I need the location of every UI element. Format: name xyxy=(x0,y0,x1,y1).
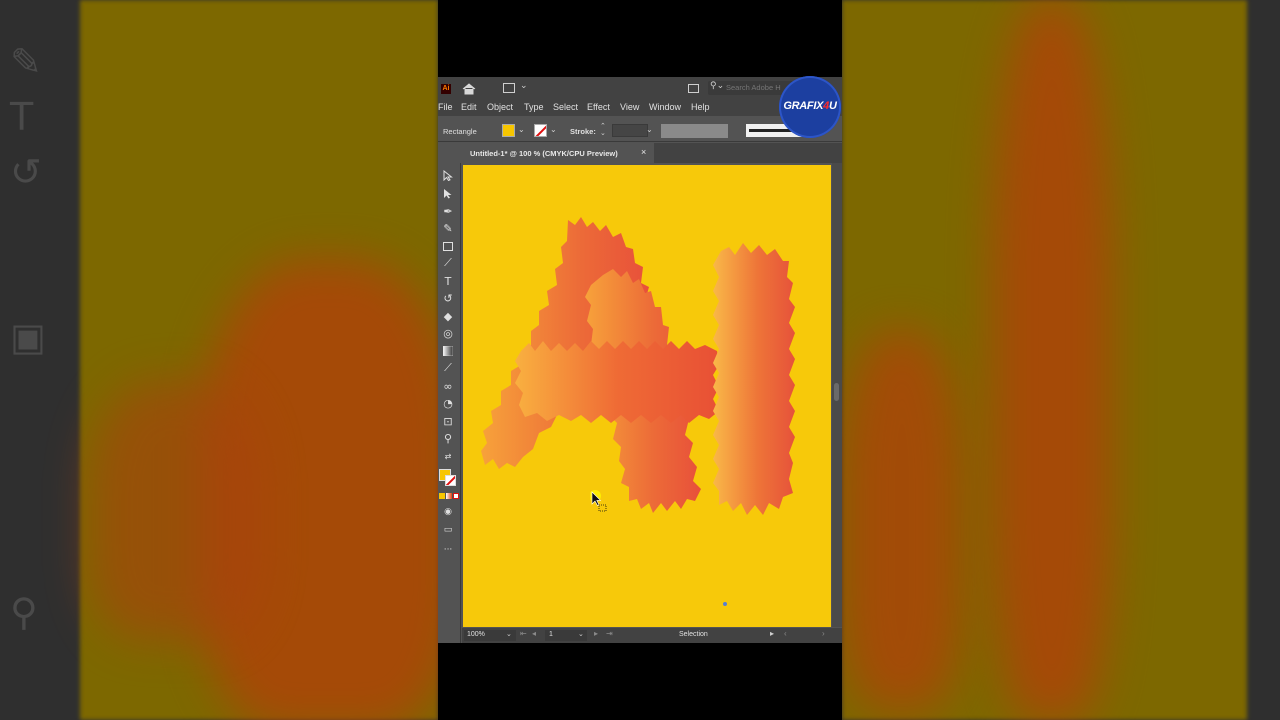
scroll-right-icon[interactable]: › xyxy=(822,629,825,638)
blurred-type-icon: T xyxy=(10,95,34,139)
gradient-mode-icon[interactable] xyxy=(446,493,452,499)
menu-effect[interactable]: Effect xyxy=(587,102,610,112)
close-icon[interactable]: × xyxy=(641,147,646,157)
selection-tool-icon[interactable] xyxy=(441,168,455,182)
stroke-label: Stroke: xyxy=(570,127,596,136)
document-tab-title: Untitled-1* @ 100 % (CMYK/CPU Preview) xyxy=(470,149,618,158)
previous-artboard-icon[interactable]: ◂ xyxy=(532,629,536,638)
blurred-fur-shape xyxy=(992,0,1112,720)
stroke-color-box[interactable] xyxy=(445,475,456,486)
zoom-tool-icon[interactable]: ⚲ xyxy=(441,431,455,445)
artboard-chevron-down-icon[interactable]: ⌄ xyxy=(578,630,584,638)
artboard-number-value: 1 xyxy=(549,631,553,638)
blurred-background-right xyxy=(842,0,1280,720)
grafix4u-logo: GRAFIX4U xyxy=(779,76,841,138)
lasso-tool-icon[interactable]: ◎ xyxy=(441,326,455,340)
menu-edit[interactable]: Edit xyxy=(461,102,477,112)
blend-tool-icon[interactable]: ∞ xyxy=(441,379,455,393)
eraser-tool-icon[interactable]: ◆ xyxy=(441,309,455,323)
tools-panel: ✒ ✎ ⟋ T ↺ ◆ ◎ ⟋ ∞ ◔ ⊡ ⚲ ⇄ ◉ ▭ ··· xyxy=(438,163,461,643)
color-mode-icon[interactable] xyxy=(439,493,445,499)
none-mode-icon[interactable] xyxy=(453,493,459,499)
eyedropper-tool-icon[interactable]: ⟋ xyxy=(441,361,455,375)
blurred-fur-shape xyxy=(90,380,260,640)
blurred-zoom-icon: ⚲ xyxy=(10,590,38,634)
artboard-tool-icon[interactable]: ⊡ xyxy=(441,414,455,428)
draw-mode-icon[interactable]: ◉ xyxy=(441,505,455,519)
stroke-weight-stepper[interactable]: ⌃ ⌄ xyxy=(600,123,606,137)
letter-i-stroke[interactable] xyxy=(713,243,795,515)
vertical-scrollbar[interactable] xyxy=(832,163,842,627)
next-artboard-icon[interactable]: ▸ xyxy=(594,629,598,638)
stroke-weight-field[interactable] xyxy=(612,124,648,137)
pen-tool-icon[interactable]: ✒ xyxy=(441,204,455,218)
blurred-background-left: ✎ T ↺ ▣ ⚲ xyxy=(0,0,438,720)
selection-type-label: Rectangle xyxy=(443,127,477,136)
zoom-chevron-down-icon[interactable]: ⌄ xyxy=(506,630,512,638)
menu-file[interactable]: File xyxy=(438,102,453,112)
document-tab[interactable]: Untitled-1* @ 100 % (CMYK/CPU Preview) × xyxy=(462,143,654,163)
first-artboard-icon[interactable]: ⇤ xyxy=(520,629,527,638)
rectangle-tool-icon[interactable] xyxy=(441,239,455,253)
chevron-down-icon[interactable]: ⌄ xyxy=(520,80,528,91)
mouse-cursor xyxy=(589,490,614,523)
gradient-tool-icon[interactable] xyxy=(441,344,455,358)
scroll-left-icon[interactable]: ‹ xyxy=(784,629,787,638)
stroke-weight-chevron-down-icon[interactable]: ⌄ xyxy=(646,125,653,134)
stroke-chevron-down-icon[interactable]: ⌄ xyxy=(550,125,557,134)
variable-width-field[interactable] xyxy=(661,124,728,138)
search-icon[interactable]: ⚲⌄ xyxy=(710,80,724,91)
menu-type[interactable]: Type xyxy=(524,102,544,112)
menu-window[interactable]: Window xyxy=(649,102,681,112)
menu-select[interactable]: Select xyxy=(553,102,578,112)
blurred-fur-shape xyxy=(842,330,962,710)
status-bar: 100% ⌄ ⇤ ◂ 1 ⌄ ▸ ⇥ Selection ▸ ‹ › xyxy=(462,628,842,643)
swap-colors-icon[interactable]: ⇄ xyxy=(441,449,455,463)
status-menu-arrow-icon[interactable]: ▸ xyxy=(770,629,774,638)
letter-a-crossbar[interactable] xyxy=(515,341,719,423)
last-artboard-icon[interactable]: ⇥ xyxy=(606,629,613,638)
menu-view[interactable]: View xyxy=(620,102,639,112)
blurred-rotate-icon: ↺ xyxy=(10,150,42,194)
stroke-color-swatch[interactable] xyxy=(534,124,547,137)
scrollbar-thumb[interactable] xyxy=(834,383,839,401)
fill-color-swatch[interactable] xyxy=(502,124,515,137)
blurred-gradient-icon: ▣ xyxy=(10,315,46,359)
arrange-documents-icon[interactable] xyxy=(688,84,699,93)
current-tool-status: Selection xyxy=(679,631,708,638)
fur-text-artwork[interactable] xyxy=(463,165,831,627)
shape-builder-tool-icon[interactable]: ◔ xyxy=(441,396,455,410)
home-icon[interactable] xyxy=(462,82,476,95)
fill-chevron-down-icon[interactable]: ⌄ xyxy=(518,125,525,134)
app-logo: Ai xyxy=(441,84,451,94)
rotate-tool-icon[interactable]: ↺ xyxy=(441,291,455,305)
grafix4u-logo-text: GRAFIX4U xyxy=(783,100,837,112)
blurred-brush-icon: ✎ xyxy=(10,40,42,84)
workspace-switcher-icon[interactable] xyxy=(503,83,515,93)
bounding-box-center-point[interactable] xyxy=(723,602,727,606)
menu-help[interactable]: Help xyxy=(691,102,710,112)
illustrator-window: Ai ⌄ ⚲⌄ File Edit Object Type Select Eff… xyxy=(438,77,842,643)
control-bar: Rectangle ⌄ ⌄ Stroke: ⌃ ⌄ ⌄ xyxy=(438,120,842,142)
paintbrush-tool-icon[interactable]: ⟋ xyxy=(441,256,455,270)
document-tab-bar: Untitled-1* @ 100 % (CMYK/CPU Preview) × xyxy=(462,143,842,163)
zoom-level-value: 100% xyxy=(467,631,485,638)
screen-mode-icon[interactable]: ▭ xyxy=(441,523,455,537)
more-tools-icon[interactable]: ··· xyxy=(441,543,455,557)
curvature-tool-icon[interactable]: ✎ xyxy=(441,221,455,235)
artboard[interactable] xyxy=(463,165,831,627)
type-tool-icon[interactable]: T xyxy=(441,274,455,288)
direct-selection-tool-icon[interactable] xyxy=(441,186,455,200)
menu-object[interactable]: Object xyxy=(487,102,513,112)
